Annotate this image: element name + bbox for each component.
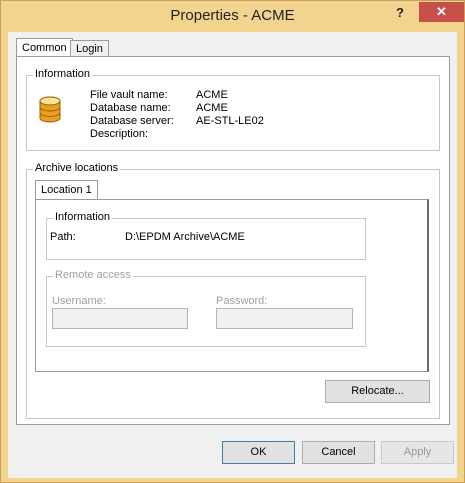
title-bar[interactable]: Properties - ACME ? ✕ [1, 1, 464, 32]
apply-button[interactable]: Apply [381, 441, 454, 464]
location-1-panel: Information Path: D:\EPDM Archive\ACME R… [35, 199, 429, 372]
common-tab-panel: Information File vault name: ACME Databa… [16, 56, 450, 425]
information-group: Information File vault name: ACME Databa… [26, 68, 440, 151]
location-information-legend: Information [53, 211, 113, 223]
remote-access-group: Remote access Username: Password: [46, 269, 366, 347]
path-label: Path: [50, 231, 76, 243]
username-label: Username: [52, 295, 106, 307]
cancel-button[interactable]: Cancel [302, 441, 375, 464]
tab-common[interactable]: Common [16, 38, 73, 57]
archive-locations-group: Archive locations Location 1 Information… [26, 162, 440, 419]
path-value: D:\EPDM Archive\ACME [125, 231, 245, 243]
password-label: Password: [216, 295, 268, 307]
properties-dialog: Properties - ACME ? ✕ Common Login Infor… [0, 0, 465, 483]
archive-locations-legend: Archive locations [33, 162, 121, 174]
database-name-value: ACME [196, 102, 228, 114]
location-information-group: Information Path: D:\EPDM Archive\ACME [46, 211, 366, 260]
tab-login[interactable]: Login [70, 40, 109, 57]
dialog-client: Common Login Information File vault name… [8, 32, 457, 478]
help-button[interactable]: ? [387, 3, 413, 25]
information-legend: Information [33, 68, 93, 80]
close-button[interactable]: ✕ [419, 2, 464, 22]
database-icon [39, 96, 61, 123]
database-server-label: Database server: [90, 115, 174, 127]
description-label: Description: [90, 128, 149, 140]
database-name-label: Database name: [90, 102, 171, 114]
relocate-button[interactable]: Relocate... [325, 380, 430, 403]
vault-name-label: File vault name: [90, 89, 168, 101]
password-input[interactable] [216, 308, 353, 329]
remote-access-legend: Remote access [53, 269, 133, 281]
vault-name-value: ACME [196, 89, 228, 101]
username-input[interactable] [52, 308, 188, 329]
tab-location-1[interactable]: Location 1 [35, 180, 98, 200]
database-server-value: AE-STL-LE02 [196, 115, 264, 127]
ok-button[interactable]: OK [222, 441, 295, 464]
